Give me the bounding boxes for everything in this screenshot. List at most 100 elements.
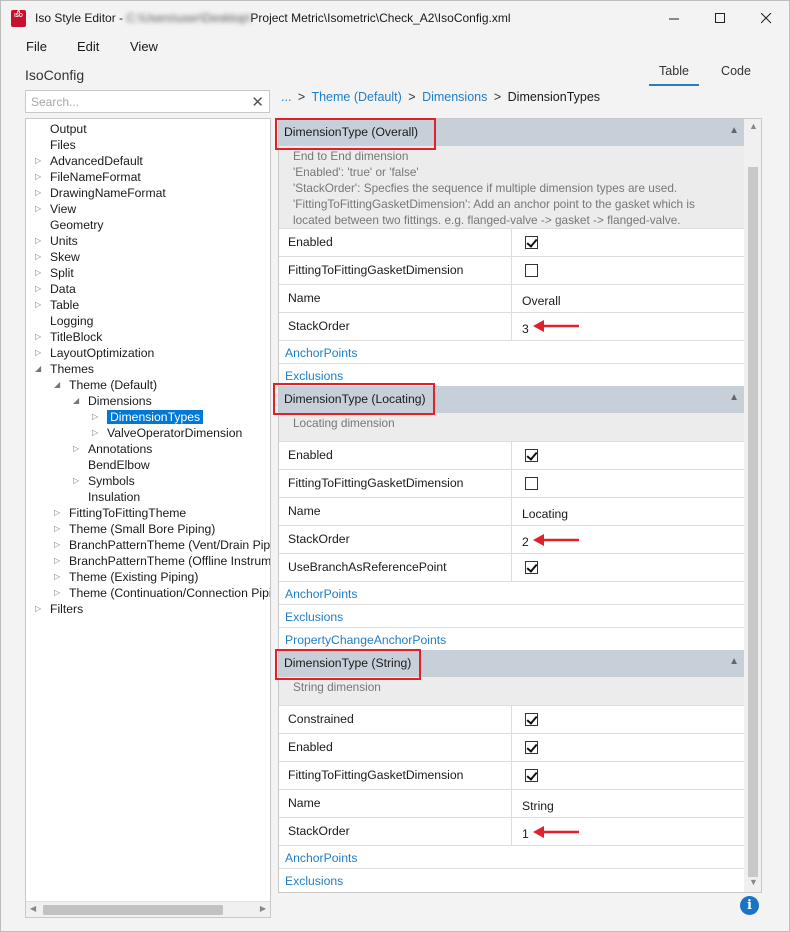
collapsed-arrow-icon[interactable]: ▷ <box>54 585 60 601</box>
info-icon[interactable]: i <box>740 896 759 915</box>
tree-item[interactable]: ▷ BranchPatternTheme (Offline Instruments… <box>54 553 270 569</box>
scroll-left-icon[interactable]: ◀ <box>30 904 36 913</box>
menu-edit[interactable]: Edit <box>77 39 99 54</box>
collapsed-arrow-icon[interactable]: ▷ <box>73 441 79 457</box>
exclusions-link[interactable]: Exclusions <box>285 369 343 383</box>
tree-item[interactable]: ▷ FileNameFormat <box>35 169 141 185</box>
constrained-checkbox[interactable] <box>525 713 538 726</box>
enabled-checkbox[interactable] <box>525 236 538 249</box>
collapsed-arrow-icon[interactable]: ▷ <box>35 345 41 361</box>
collapsed-arrow-icon[interactable]: ▷ <box>35 601 41 617</box>
grid-scroll-thumb[interactable] <box>748 167 758 877</box>
expanded-arrow-icon[interactable]: ◢ <box>73 393 79 409</box>
stack-order-value[interactable]: 2 <box>522 535 529 549</box>
tree-item[interactable]: ▷ TitleBlock <box>35 329 102 345</box>
clear-search-icon[interactable]: ✕ <box>251 93 264 111</box>
tab-code[interactable]: Code <box>713 64 759 78</box>
gasket-dimension-checkbox[interactable] <box>525 264 538 277</box>
tree-item[interactable]: ▷ Annotations <box>73 441 152 457</box>
triangle-up-icon[interactable]: ▲ <box>729 656 739 667</box>
triangle-up-icon[interactable]: ▲ <box>729 392 739 403</box>
scroll-down-icon[interactable]: ▼ <box>749 877 758 887</box>
tree-item[interactable]: ▷ AdvancedDefault <box>35 153 143 169</box>
tree-item[interactable]: ▷ FittingToFittingTheme <box>54 505 186 521</box>
collapsed-arrow-icon[interactable]: ▷ <box>35 281 41 297</box>
tree-item[interactable]: Output <box>50 121 87 137</box>
tree-item[interactable]: ◢ Dimensions <box>73 393 152 409</box>
search-input[interactable] <box>26 91 241 112</box>
name-value[interactable]: Locating <box>522 507 568 521</box>
gasket-dimension-checkbox[interactable] <box>525 769 538 782</box>
menu-view[interactable]: View <box>130 39 158 54</box>
gasket-dimension-checkbox[interactable] <box>525 477 538 490</box>
tree-item[interactable]: ◢ Themes <box>35 361 94 377</box>
collapsed-arrow-icon[interactable]: ▷ <box>35 185 41 201</box>
tree-item[interactable]: Insulation <box>88 489 140 505</box>
enabled-checkbox[interactable] <box>525 449 538 462</box>
tab-table[interactable]: Table <box>649 64 699 86</box>
collapsed-arrow-icon[interactable]: ▷ <box>35 329 41 345</box>
tree-item[interactable]: ▷ Theme (Existing Piping) <box>54 569 198 585</box>
tree-item[interactable]: ▷ Symbols <box>73 473 135 489</box>
tree-scroll-thumb[interactable] <box>43 905 223 915</box>
collapsed-arrow-icon[interactable]: ▷ <box>35 265 41 281</box>
tree-item[interactable]: ▷ DrawingNameFormat <box>35 185 166 201</box>
collapsed-arrow-icon[interactable]: ▷ <box>54 505 60 521</box>
tree-item[interactable]: Geometry <box>50 217 104 233</box>
collapsed-arrow-icon[interactable]: ▷ <box>54 553 60 569</box>
tree-item[interactable]: ▷ Data <box>35 281 76 297</box>
collapsed-arrow-icon[interactable]: ▷ <box>92 425 98 441</box>
tree-item[interactable]: BendElbow <box>88 457 150 473</box>
exclusions-link[interactable]: Exclusions <box>285 610 343 624</box>
tree-item[interactable]: ▷ Skew <box>35 249 80 265</box>
tree-item[interactable]: ▷ Filters <box>35 601 83 617</box>
tree-item[interactable]: ▷ DimensionTypes <box>92 409 204 425</box>
tree-item[interactable]: ▷ Units <box>35 233 78 249</box>
tree-item[interactable]: ▷ Theme (Continuation/Connection Piping) <box>54 585 270 601</box>
menu-file[interactable]: File <box>26 39 47 54</box>
collapsed-arrow-icon[interactable]: ▷ <box>35 153 41 169</box>
stack-order-value[interactable]: 3 <box>522 322 529 336</box>
name-value[interactable]: Overall <box>522 294 561 308</box>
scroll-right-icon[interactable]: ▶ <box>260 904 266 913</box>
expanded-arrow-icon[interactable]: ◢ <box>54 377 60 393</box>
collapsed-arrow-icon[interactable]: ▷ <box>92 409 98 425</box>
tree-horizontal-scrollbar[interactable]: ◀ ▶ <box>26 901 270 917</box>
anchor-points-link[interactable]: AnchorPoints <box>285 587 358 601</box>
tree-item[interactable]: ▷ Split <box>35 265 74 281</box>
tree-item[interactable]: ▷ View <box>35 201 76 217</box>
anchor-points-link[interactable]: AnchorPoints <box>285 851 358 865</box>
collapsed-arrow-icon[interactable]: ▷ <box>35 233 41 249</box>
expanded-arrow-icon[interactable]: ◢ <box>35 361 41 377</box>
use-branch-checkbox[interactable] <box>525 561 538 574</box>
tree-item[interactable]: Files <box>50 137 76 153</box>
maximize-button[interactable] <box>697 1 743 35</box>
collapsed-arrow-icon[interactable]: ▷ <box>54 537 60 553</box>
collapsed-arrow-icon[interactable]: ▷ <box>35 249 41 265</box>
minimize-button[interactable] <box>651 1 697 35</box>
stack-order-value[interactable]: 1 <box>522 827 529 841</box>
property-change-anchor-points-link[interactable]: PropertyChangeAnchorPoints <box>285 633 446 647</box>
tree-item[interactable]: ◢ Theme (Default) <box>54 377 157 393</box>
breadcrumb-ellipsis[interactable]: ... <box>281 90 291 104</box>
grid-vertical-scrollbar[interactable] <box>744 119 761 892</box>
tree-item[interactable]: ▷ ValveOperatorDimension <box>92 425 242 441</box>
collapsed-arrow-icon[interactable]: ▷ <box>35 201 41 217</box>
name-value[interactable]: String <box>522 799 554 813</box>
collapsed-arrow-icon[interactable]: ▷ <box>35 169 41 185</box>
tree-item[interactable]: ▷ LayoutOptimization <box>35 345 154 361</box>
tree-item[interactable]: ▷ BranchPatternTheme (Vent/Drain Piping) <box>54 537 270 553</box>
collapsed-arrow-icon[interactable]: ▷ <box>73 473 79 489</box>
collapsed-arrow-icon[interactable]: ▷ <box>54 521 60 537</box>
collapsed-arrow-icon[interactable]: ▷ <box>35 297 41 313</box>
breadcrumb-theme-default[interactable]: Theme (Default) <box>311 90 401 104</box>
tree-item[interactable]: ▷ Theme (Small Bore Piping) <box>54 521 215 537</box>
collapsed-arrow-icon[interactable]: ▷ <box>54 569 60 585</box>
enabled-checkbox[interactable] <box>525 741 538 754</box>
scroll-up-icon[interactable]: ▲ <box>749 121 758 131</box>
breadcrumb-dimensions[interactable]: Dimensions <box>422 90 487 104</box>
exclusions-link[interactable]: Exclusions <box>285 874 343 888</box>
tree-item[interactable]: ▷ Table <box>35 297 79 313</box>
triangle-up-icon[interactable]: ▲ <box>729 125 739 136</box>
tree-item[interactable]: Logging <box>50 313 93 329</box>
